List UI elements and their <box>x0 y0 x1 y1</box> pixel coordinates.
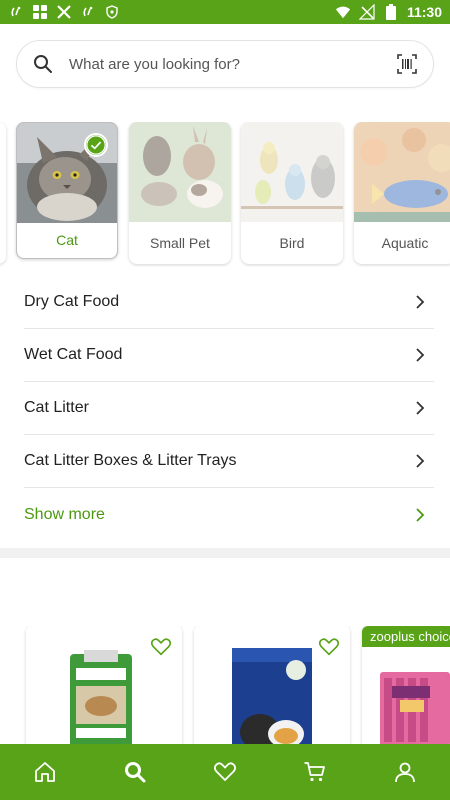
nav-account-button[interactable] <box>383 750 427 794</box>
product-card[interactable] <box>194 626 350 756</box>
nav-cart-button[interactable] <box>293 750 337 794</box>
show-more-label: Show more <box>24 505 105 523</box>
user-icon <box>395 762 415 783</box>
zooplus-choice-badge: zooplus choice <box>362 626 450 647</box>
hotspot-icon <box>80 4 96 20</box>
aquatic-photo <box>354 122 450 222</box>
cart-icon <box>304 762 325 782</box>
barcode-scan-icon[interactable] <box>395 52 419 76</box>
category-row-label: Cat Litter <box>24 399 89 416</box>
product-image <box>380 672 450 746</box>
pet-card-label: Aquatic <box>381 235 429 251</box>
product-carousel[interactable]: zooplus choice <box>0 626 450 756</box>
chevron-right-icon <box>412 294 428 310</box>
status-right-icons: 11:30 <box>335 4 442 20</box>
heart-icon[interactable] <box>150 636 172 658</box>
nav-home-button[interactable] <box>23 750 67 794</box>
product-card[interactable] <box>26 626 182 756</box>
wifi-icon <box>335 4 351 20</box>
small-pet-photo <box>129 122 231 222</box>
heart-icon[interactable] <box>318 636 340 658</box>
pet-card-label: Small Pet <box>150 235 210 251</box>
bottom-navigation <box>0 744 450 800</box>
search-input[interactable] <box>69 55 395 73</box>
category-row-label: Cat Litter Boxes & Litter Trays <box>24 452 237 469</box>
nav-search-button[interactable] <box>113 750 157 794</box>
heart-icon <box>213 762 237 782</box>
pet-category-carousel[interactable]: Cat Small Pet Bird Aquatic <box>0 122 450 267</box>
search-icon <box>31 52 55 76</box>
category-row-label: Wet Cat Food <box>24 346 123 363</box>
battery-icon <box>383 4 399 20</box>
show-more-link[interactable]: Show more <box>24 488 434 541</box>
pet-card-label: Cat <box>56 232 78 248</box>
pet-card-small-pet[interactable]: Small Pet <box>129 122 231 264</box>
category-row-wet-cat-food[interactable]: Wet Cat Food <box>24 329 434 382</box>
product-card[interactable]: zooplus choice <box>362 626 450 756</box>
section-divider <box>0 548 450 558</box>
category-row-label: Dry Cat Food <box>24 293 120 310</box>
status-bar: 11:30 <box>0 0 450 24</box>
category-list: Dry Cat Food Wet Cat Food Cat Litter Cat… <box>24 276 434 541</box>
partial-pet-card[interactable] <box>0 122 6 264</box>
status-left-icons <box>8 4 120 20</box>
pet-card-cat[interactable]: Cat <box>16 122 118 259</box>
search-icon <box>125 762 146 783</box>
x-app-icon <box>56 4 72 20</box>
status-time: 11:30 <box>406 4 442 20</box>
chevron-right-icon <box>412 453 428 469</box>
hotspot-icon <box>8 4 24 20</box>
signal-off-icon <box>358 4 375 20</box>
nav-wishlist-button[interactable] <box>203 750 247 794</box>
category-row-litter-boxes[interactable]: Cat Litter Boxes & Litter Trays <box>24 435 434 488</box>
shield-icon <box>104 4 120 20</box>
pet-card-bird[interactable]: Bird <box>241 122 343 264</box>
home-icon <box>35 762 55 782</box>
selected-check-icon <box>84 133 108 157</box>
product-image <box>232 648 312 756</box>
search-bar[interactable] <box>16 40 434 88</box>
pet-card-aquatic[interactable]: Aquatic <box>354 122 450 264</box>
pet-card-label: Bird <box>279 235 305 251</box>
chevron-right-icon <box>412 347 428 363</box>
chevron-right-icon <box>412 507 428 523</box>
product-image <box>70 650 132 748</box>
grid-app-icon <box>32 4 48 20</box>
bird-photo <box>241 122 343 222</box>
chevron-right-icon <box>412 400 428 416</box>
category-row-dry-cat-food[interactable]: Dry Cat Food <box>24 276 434 329</box>
category-row-cat-litter[interactable]: Cat Litter <box>24 382 434 435</box>
